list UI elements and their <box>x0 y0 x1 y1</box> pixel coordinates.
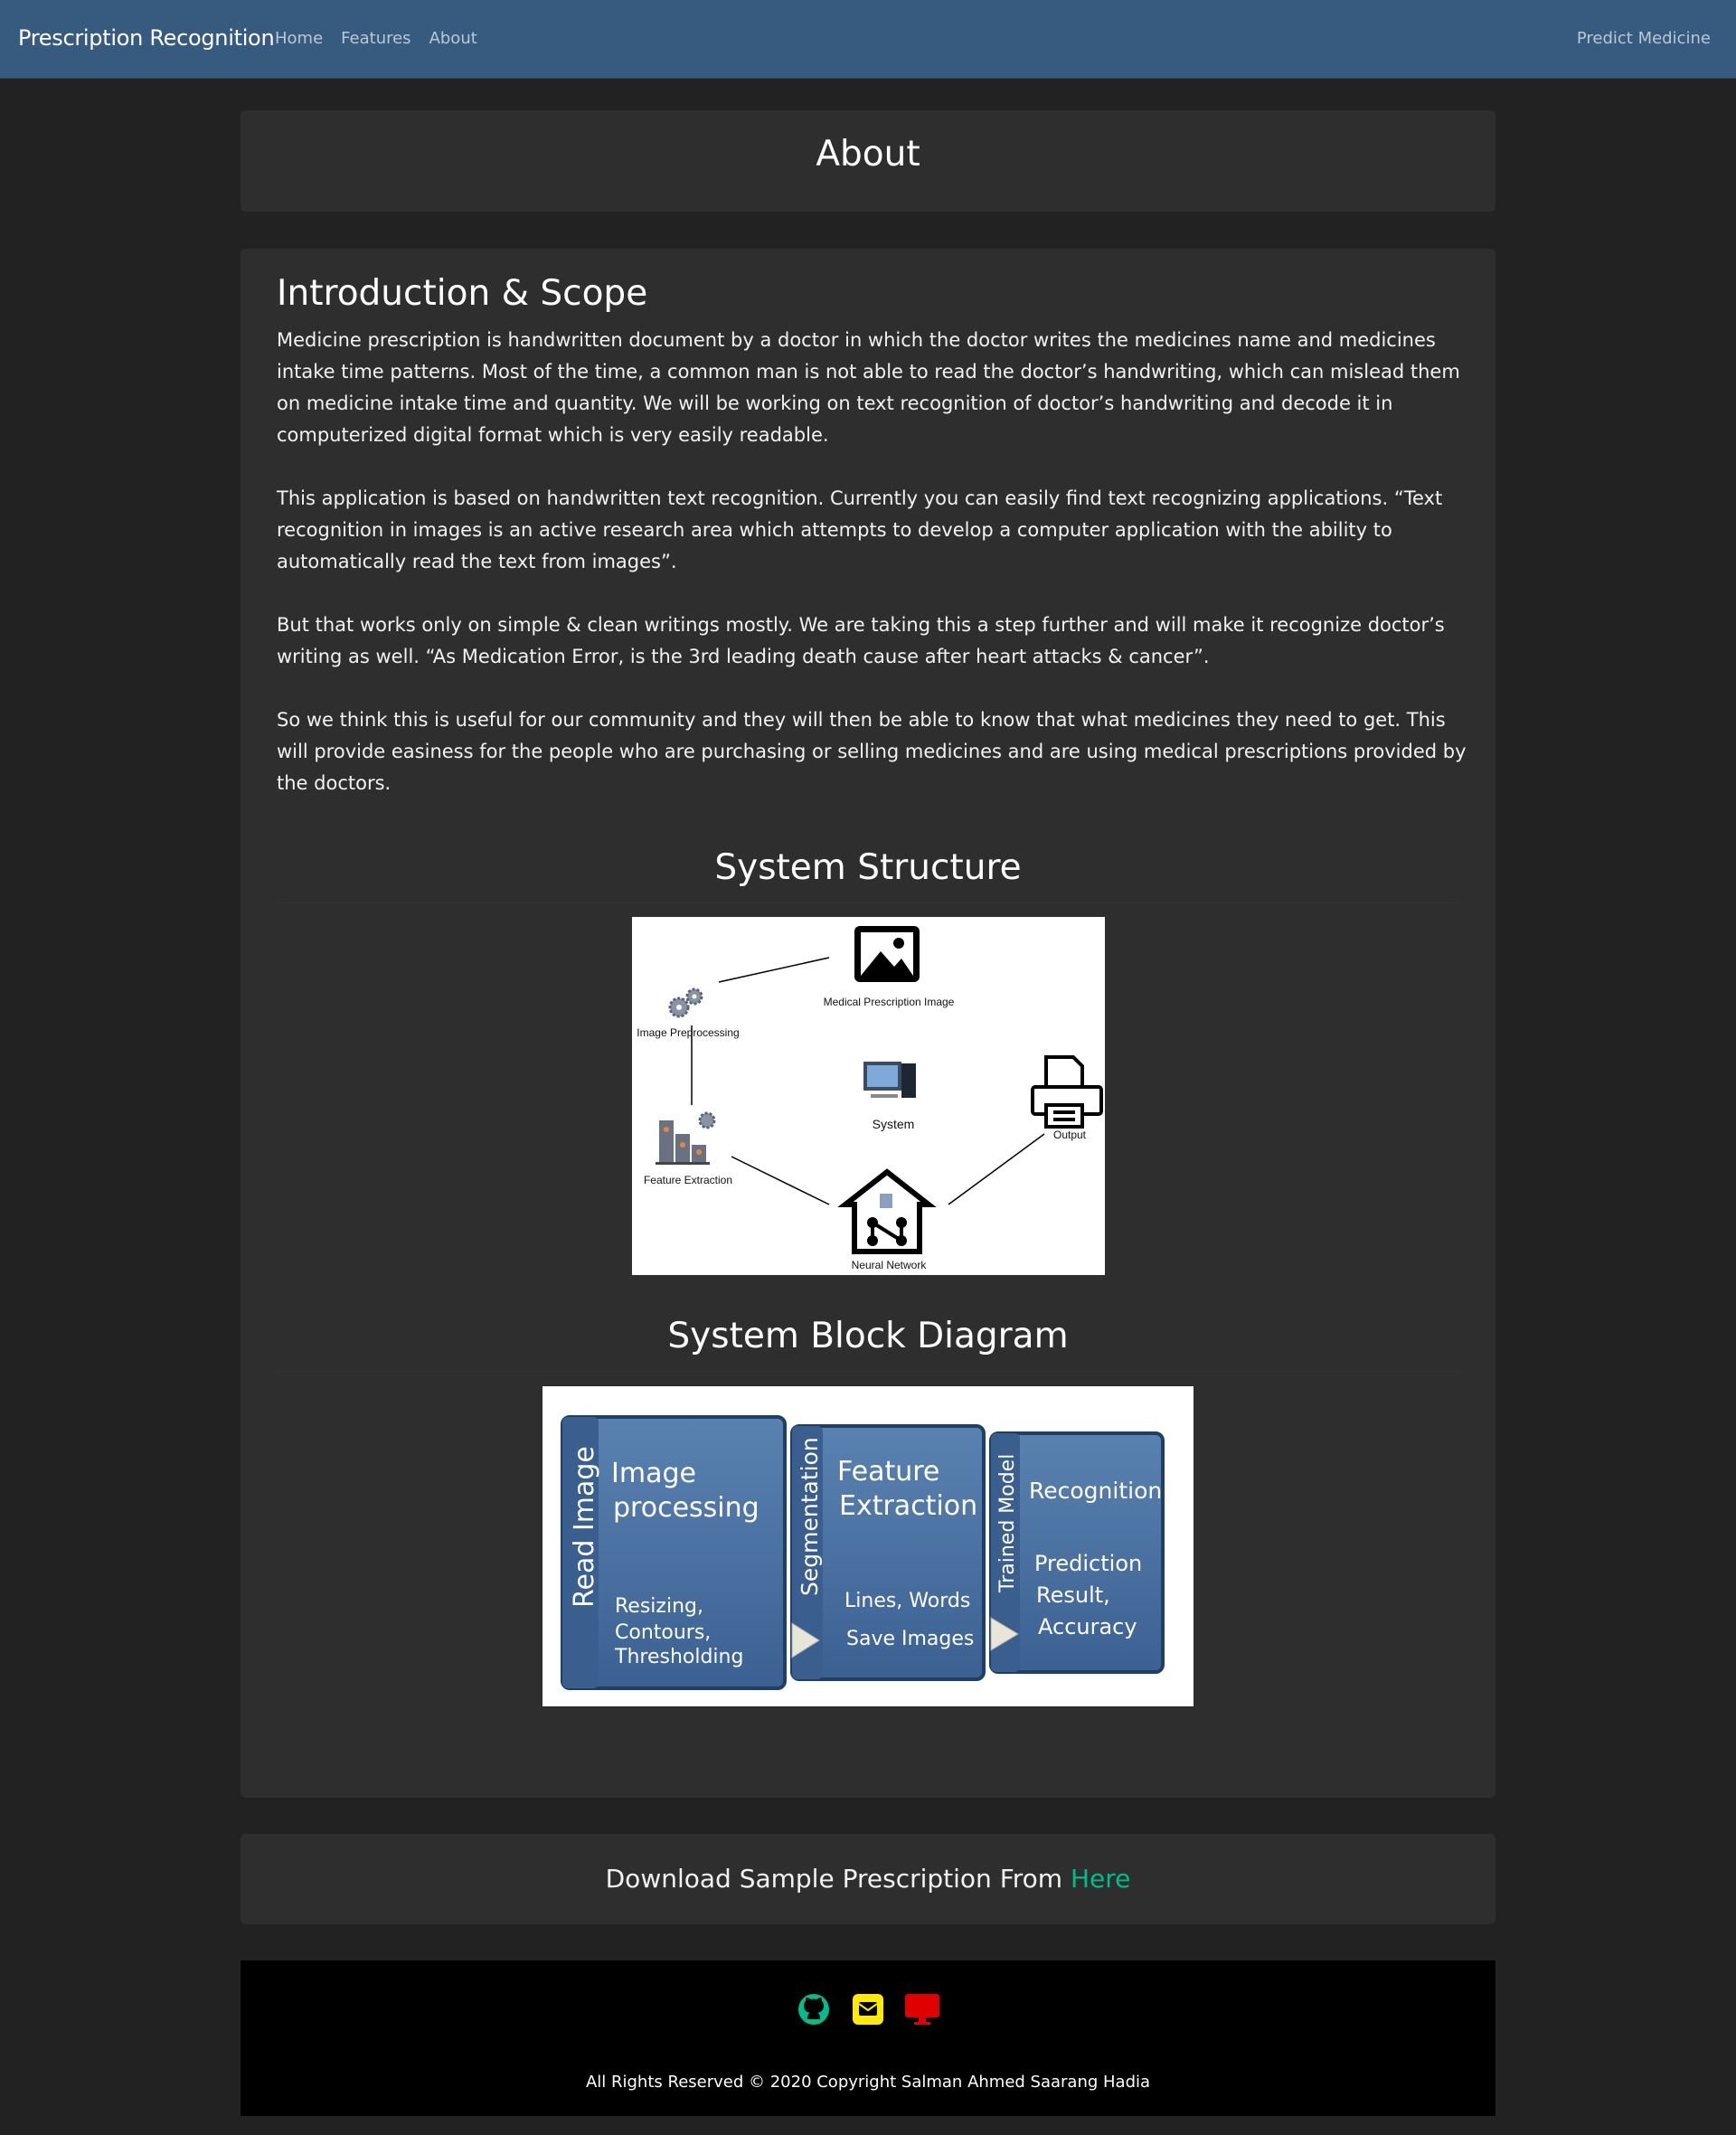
block-3-side: Trained Model <box>996 1454 1019 1593</box>
intro-paragraph-4: So we think this is useful for our commu… <box>277 709 1467 794</box>
block-1-title-1: Image <box>611 1458 696 1489</box>
system-block-diagram-image: Read Image Image processing Resizing, Co… <box>542 1386 1194 1706</box>
nav-link-features[interactable]: Features <box>341 29 410 48</box>
system-structure-image: Medical Prescription Image Image Preproc… <box>632 917 1105 1275</box>
copyright-text: All Rights Reserved © 2020 Copyright Sal… <box>585 2073 1151 2092</box>
factory-icon <box>656 1111 716 1165</box>
download-here-link[interactable]: Here <box>1071 1864 1130 1894</box>
node-label-preprocessing: Image Preprocessing <box>637 1026 739 1039</box>
block-2-title-2: Extraction <box>839 1490 977 1522</box>
node-label-network: Neural Network <box>852 1259 928 1271</box>
block-3-title-1: Recognition <box>1029 1478 1162 1504</box>
node-label-image: Medical Prescription Image <box>824 996 955 1008</box>
node-label-feature: Feature Extraction <box>644 1174 732 1186</box>
page-title-card: About <box>241 110 1495 212</box>
block-2-sub-2: Save Images <box>846 1628 974 1650</box>
block-3-sub-3: Accuracy <box>1038 1614 1137 1639</box>
block-1-sub-3: Thresholding <box>614 1646 743 1668</box>
download-label: Download Sample Prescription From <box>605 1864 1063 1894</box>
navbar: Prescription Recognition Home Features A… <box>0 0 1736 79</box>
gears-icon <box>668 987 703 1018</box>
system-structure-heading: System Structure <box>714 847 1022 888</box>
intro-paragraph-3: But that works only on simple & clean wr… <box>277 614 1445 667</box>
desktop-icon[interactable] <box>904 1991 940 2027</box>
nav-links: Home Features About <box>275 29 477 48</box>
footer-icons <box>241 1991 1495 2027</box>
picture-icon <box>854 926 920 982</box>
block-1-sub-1: Resizing, <box>615 1595 703 1618</box>
download-card: Download Sample Prescription From Here <box>241 1834 1495 1924</box>
system-structure-diagram: Medical Prescription Image Image Preproc… <box>637 926 1103 1271</box>
block-2-side: Segmentation <box>797 1437 823 1596</box>
intro-paragraph-2: This application is based on handwritten… <box>277 487 1443 572</box>
block-2-title-1: Feature <box>837 1456 939 1488</box>
block-3-sub-1: Prediction <box>1034 1551 1142 1576</box>
computer-icon <box>863 1062 916 1098</box>
node-label-output: Output <box>1053 1129 1087 1141</box>
nav-link-predict-medicine[interactable]: Predict Medicine <box>1577 29 1711 48</box>
node-label-system: System <box>873 1117 915 1131</box>
block-2-sub-1: Lines, Words <box>844 1590 970 1612</box>
intro-paragraph-1: Medicine prescription is handwritten doc… <box>277 329 1460 446</box>
nav-link-about[interactable]: About <box>429 29 477 48</box>
neural-network-icon <box>837 1168 937 1254</box>
block-3-sub-2: Result, <box>1036 1582 1110 1608</box>
block-diagram: Read Image Image processing Resizing, Co… <box>561 1415 1165 1690</box>
block-1-side: Read Image <box>569 1446 600 1608</box>
brand-link[interactable]: Prescription Recognition <box>18 25 275 51</box>
block-1-sub-2: Contours, <box>615 1621 711 1644</box>
about-content-card: Introduction & Scope Medicine prescripti… <box>241 249 1495 1798</box>
divider <box>277 1371 1459 1372</box>
nav-link-home[interactable]: Home <box>275 29 323 48</box>
printer-icon <box>1031 1055 1103 1129</box>
email-icon[interactable] <box>850 1991 886 2027</box>
page-title: About <box>816 134 920 175</box>
footer: All Rights Reserved © 2020 Copyright Sal… <box>241 1960 1495 2116</box>
divider <box>277 902 1459 903</box>
system-block-diagram-heading: System Block Diagram <box>667 1316 1069 1356</box>
intro-heading: Introduction & Scope <box>277 273 648 314</box>
github-icon[interactable] <box>796 1991 832 2027</box>
download-text: Download Sample Prescription From Here <box>241 1864 1495 1894</box>
block-1-title-2: processing <box>613 1492 760 1524</box>
